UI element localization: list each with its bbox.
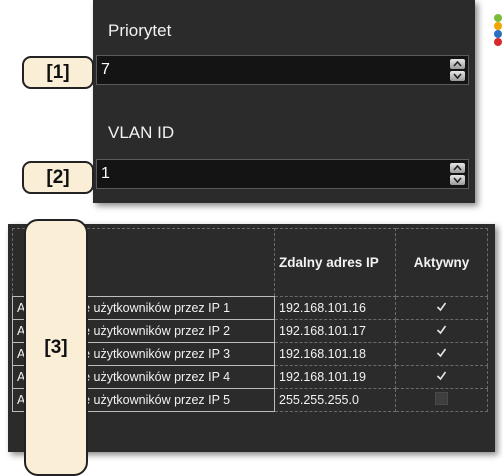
row-name: nie użytkowników przez IP 2 [73, 324, 231, 338]
row-ip-cell[interactable]: 192.168.101.18 [274, 342, 396, 366]
callout-tag-2: [2] [22, 161, 94, 194]
row-name: nie użytkowników przez IP 3 [73, 347, 231, 361]
checkmark-icon [436, 371, 447, 381]
chevron-up-icon [453, 61, 462, 67]
decrement-button[interactable] [450, 175, 465, 185]
row-name: nie użytkowników przez IP 1 [73, 301, 231, 315]
priority-stepper[interactable]: 7 [96, 55, 469, 85]
row-active-cell[interactable] [395, 388, 488, 412]
active-checkbox[interactable] [436, 347, 447, 358]
row-ip-cell[interactable]: 192.168.101.16 [274, 296, 396, 320]
callout-tag-3: [3] [24, 219, 88, 476]
priority-value[interactable]: 7 [101, 61, 110, 79]
checkmark-icon [436, 302, 447, 312]
active-column-header: Aktywny [395, 228, 488, 297]
row-active-cell[interactable] [395, 319, 488, 343]
chevron-down-icon [453, 73, 462, 79]
active-checkbox[interactable] [436, 370, 447, 381]
active-checkbox[interactable] [435, 392, 448, 405]
chevron-down-icon [453, 177, 462, 183]
row-name: nie użytkowników przez IP 5 [73, 393, 231, 407]
row-active-cell[interactable] [395, 342, 488, 366]
row-ip-cell[interactable]: 255.255.255.0 [274, 388, 396, 412]
vlan-id-label: VLAN ID [108, 123, 175, 142]
active-checkbox[interactable] [436, 324, 447, 335]
row-active-cell[interactable] [395, 296, 488, 320]
chevron-up-icon [453, 165, 462, 171]
checkmark-icon [436, 325, 447, 335]
decrement-button[interactable] [450, 71, 465, 81]
vlan-id-stepper[interactable]: 1 [96, 159, 469, 189]
remote-ip-column-header: Zdalny adres IP [274, 228, 396, 297]
active-checkbox[interactable] [436, 301, 447, 312]
vlan-id-value[interactable]: 1 [101, 165, 110, 183]
callout-tag-1: [1] [22, 56, 94, 89]
row-active-cell[interactable] [395, 365, 488, 389]
priority-label: Priorytet [108, 21, 172, 40]
row-ip-cell[interactable]: 192.168.101.17 [274, 319, 396, 343]
increment-button[interactable] [450, 59, 465, 69]
row-name: nie użytkowników przez IP 4 [73, 370, 231, 384]
increment-button[interactable] [450, 163, 465, 173]
row-ip-cell[interactable]: 192.168.101.19 [274, 365, 396, 389]
checkmark-icon [436, 348, 447, 358]
